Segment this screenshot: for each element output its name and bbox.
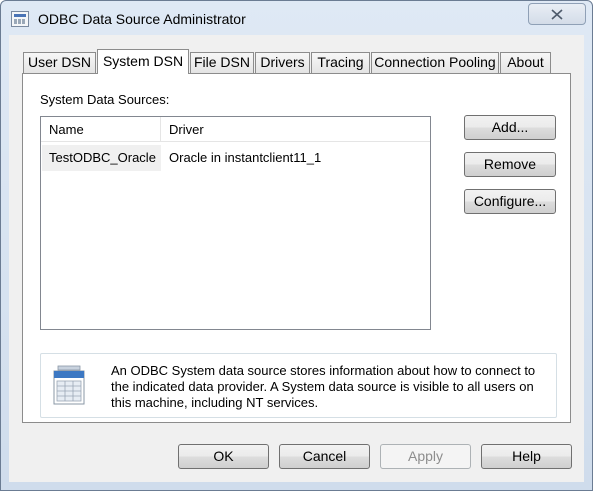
system-data-sources-label: System Data Sources: bbox=[40, 92, 170, 107]
tab-system-dsn[interactable]: System DSN bbox=[97, 49, 189, 74]
list-item-driver: Oracle in instantclient11_1 bbox=[169, 150, 322, 165]
cancel-button[interactable]: Cancel bbox=[279, 444, 370, 469]
tab-tracing[interactable]: Tracing bbox=[311, 52, 370, 73]
list-header: Name Driver bbox=[41, 117, 430, 142]
apply-button[interactable]: Apply bbox=[380, 444, 471, 469]
tab-about[interactable]: About bbox=[500, 52, 551, 73]
info-description: An ODBC System data source stores inform… bbox=[111, 363, 536, 410]
close-icon bbox=[551, 9, 563, 20]
tab-user-dsn[interactable]: User DSN bbox=[23, 52, 96, 73]
add-button[interactable]: Add... bbox=[464, 115, 556, 140]
configure-button[interactable]: Configure... bbox=[464, 189, 556, 214]
tab-connection-pooling[interactable]: Connection Pooling bbox=[371, 52, 499, 73]
help-button[interactable]: Help bbox=[481, 444, 572, 469]
column-header-driver[interactable]: Driver bbox=[161, 117, 421, 142]
column-header-name[interactable]: Name bbox=[41, 117, 161, 142]
close-button[interactable] bbox=[528, 3, 586, 25]
system-dsn-panel: System Data Sources: Name Driver TestODB… bbox=[22, 73, 571, 423]
info-box: An ODBC System data source stores inform… bbox=[40, 353, 557, 418]
title-bar[interactable]: ODBC Data Source Administrator bbox=[1, 1, 592, 35]
odbc-admin-icon bbox=[11, 11, 29, 27]
remove-button[interactable]: Remove bbox=[464, 152, 556, 177]
data-source-list[interactable]: Name Driver TestODBC_Oracle Oracle in in… bbox=[40, 116, 431, 330]
dialog-client: User DSN System DSN File DSN Drivers Tra… bbox=[9, 35, 584, 482]
list-item[interactable]: TestODBC_Oracle Oracle in instantclient1… bbox=[42, 145, 429, 171]
list-item-name: TestODBC_Oracle bbox=[42, 145, 161, 171]
ok-button[interactable]: OK bbox=[178, 444, 269, 469]
window-title: ODBC Data Source Administrator bbox=[38, 11, 246, 27]
data-source-icon bbox=[53, 365, 85, 405]
tab-drivers[interactable]: Drivers bbox=[255, 52, 310, 73]
tab-file-dsn[interactable]: File DSN bbox=[190, 52, 254, 73]
odbc-admin-window: ODBC Data Source Administrator User DSN … bbox=[0, 0, 593, 491]
